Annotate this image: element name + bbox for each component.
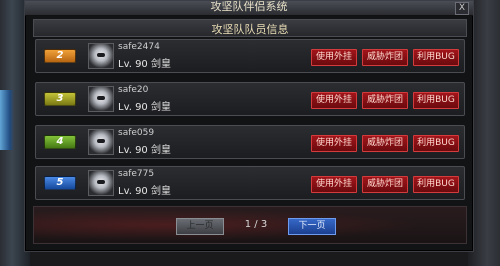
pagination-bar: 上一页 1 / 3 下一页 — [33, 206, 467, 244]
rank-badge: 4 — [44, 135, 76, 149]
use-cheat-button[interactable]: 使用外挂 — [311, 49, 357, 66]
member-class: 剑皇 — [150, 59, 171, 70]
rank-badge: 2 — [44, 49, 76, 63]
member-level: Lv. 90 — [118, 186, 148, 197]
avatar-face — [97, 180, 105, 184]
exploit-bug-button[interactable]: 利用BUG — [413, 49, 459, 66]
window-titlebar: 攻坚队伴侣系统 X — [25, 0, 473, 16]
member-level-class: Lv. 90 剑皇 — [118, 141, 171, 156]
exploit-bug-button[interactable]: 利用BUG — [413, 135, 459, 152]
exploit-bug-button[interactable]: 利用BUG — [413, 92, 459, 109]
avatar-face — [97, 96, 105, 100]
section-title: 攻坚队队员信息 — [211, 23, 289, 36]
team-info-window: 攻坚队伴侣系统 X 攻坚队队员信息 2 safe2474 Lv. 90 剑皇 使… — [24, 0, 474, 252]
member-row: 5 safe775 Lv. 90 剑皇 使用外挂 威胁炸团 利用BUG — [35, 166, 465, 200]
avatar — [88, 43, 114, 69]
member-level-class: Lv. 90 剑皇 — [118, 98, 171, 113]
member-row: 2 safe2474 Lv. 90 剑皇 使用外挂 威胁炸团 利用BUG — [35, 39, 465, 73]
avatar-face — [97, 53, 105, 57]
left-glow — [0, 90, 14, 150]
window-title: 攻坚队伴侣系统 — [210, 0, 288, 13]
member-level-class: Lv. 90 剑皇 — [118, 55, 171, 70]
prev-page-button[interactable]: 上一页 — [176, 218, 224, 235]
member-row: 4 safe059 Lv. 90 剑皇 使用外挂 威胁炸团 利用BUG — [35, 125, 465, 159]
rank-badge: 5 — [44, 176, 76, 190]
avatar-face — [97, 139, 105, 143]
member-level: Lv. 90 — [118, 102, 148, 113]
member-name: safe059 — [118, 128, 155, 138]
page-indicator: 1 / 3 — [244, 219, 268, 230]
threaten-button[interactable]: 威胁炸团 — [362, 176, 408, 193]
member-name: safe2474 — [118, 42, 160, 52]
avatar — [88, 86, 114, 112]
use-cheat-button[interactable]: 使用外挂 — [311, 92, 357, 109]
member-name: safe20 — [118, 85, 149, 95]
member-level: Lv. 90 — [118, 59, 148, 70]
member-class: 剑皇 — [150, 145, 171, 156]
avatar — [88, 170, 114, 196]
next-page-button[interactable]: 下一页 — [288, 218, 336, 235]
member-class: 剑皇 — [150, 186, 171, 197]
threaten-button[interactable]: 威胁炸团 — [362, 135, 408, 152]
member-list: 2 safe2474 Lv. 90 剑皇 使用外挂 威胁炸团 利用BUG 3 s… — [35, 39, 465, 200]
threaten-button[interactable]: 威胁炸团 — [362, 49, 408, 66]
member-level-class: Lv. 90 剑皇 — [118, 182, 171, 197]
use-cheat-button[interactable]: 使用外挂 — [311, 176, 357, 193]
exploit-bug-button[interactable]: 利用BUG — [413, 176, 459, 193]
threaten-button[interactable]: 威胁炸团 — [362, 92, 408, 109]
close-button[interactable]: X — [455, 2, 469, 15]
rank-badge: 3 — [44, 92, 76, 106]
avatar — [88, 129, 114, 155]
member-name: safe775 — [118, 169, 155, 179]
member-level: Lv. 90 — [118, 145, 148, 156]
section-header: 攻坚队队员信息 — [33, 19, 467, 37]
member-row: 3 safe20 Lv. 90 剑皇 使用外挂 威胁炸团 利用BUG — [35, 82, 465, 116]
member-class: 剑皇 — [150, 102, 171, 113]
use-cheat-button[interactable]: 使用外挂 — [311, 135, 357, 152]
